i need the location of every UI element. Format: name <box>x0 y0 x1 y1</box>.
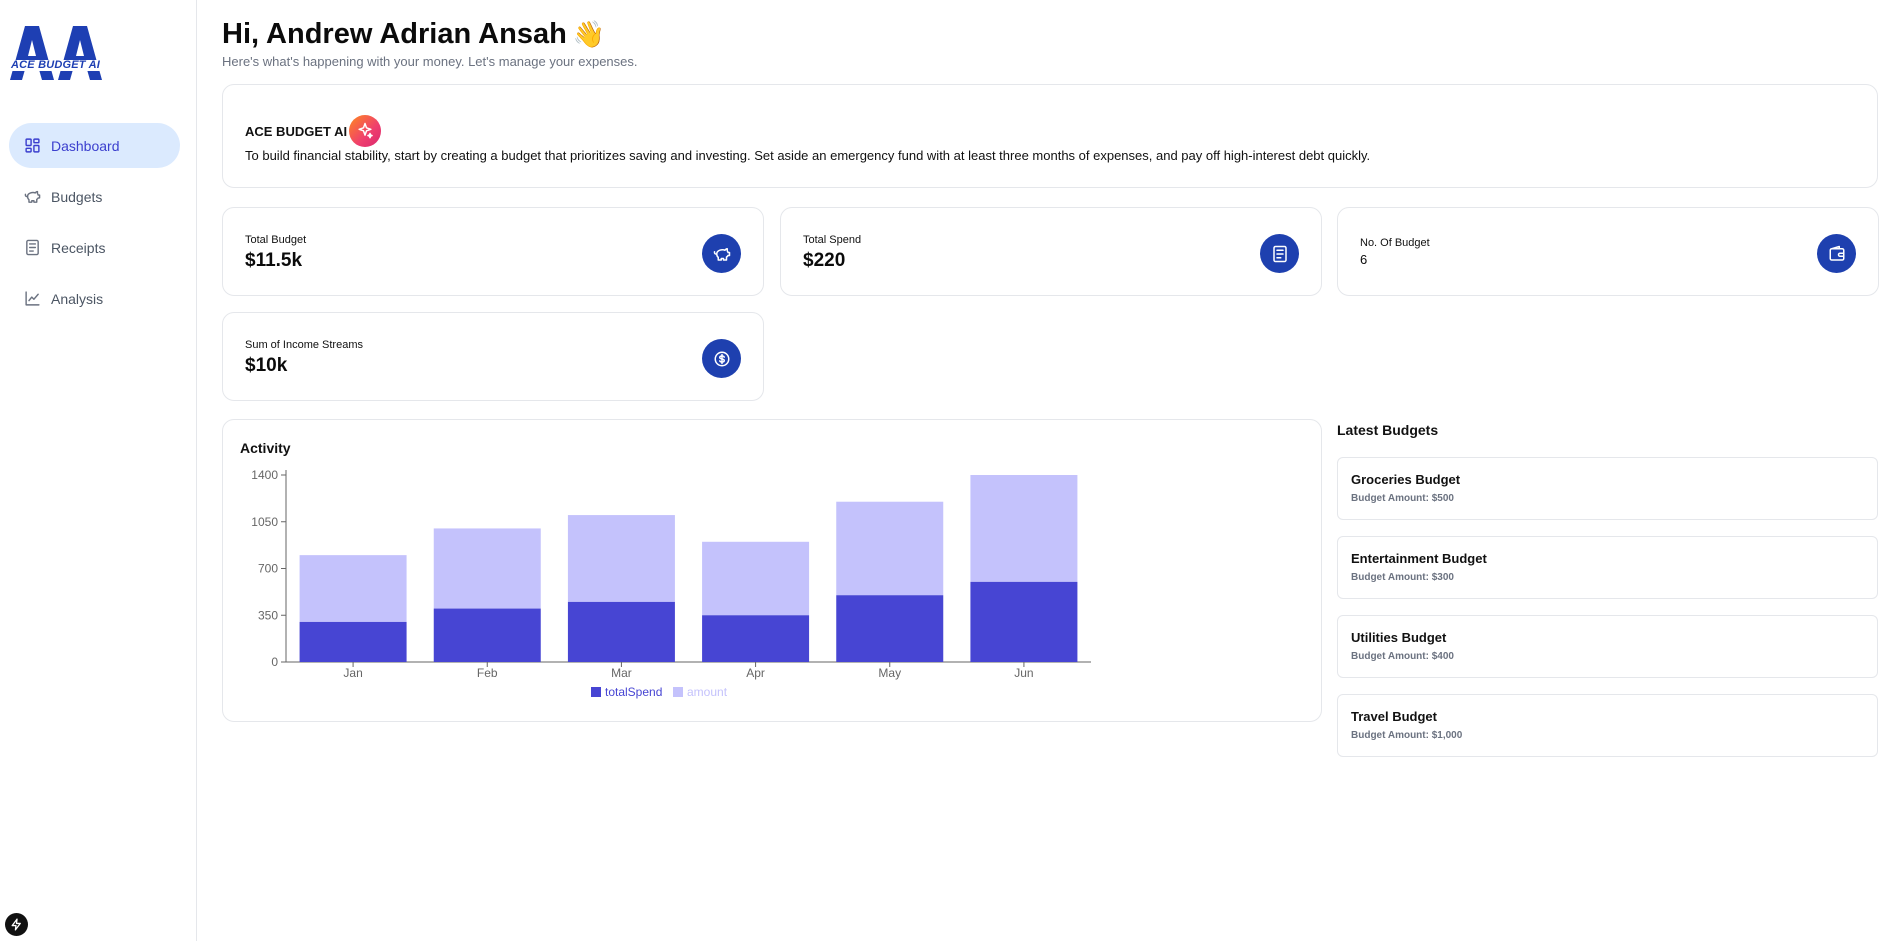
stat-value: $11.5k <box>245 250 303 271</box>
bar-amount <box>299 555 407 622</box>
piggy-bank-icon <box>702 234 741 273</box>
bar-amount <box>702 541 810 616</box>
greeting-text: Hi, Andrew Adrian Ansah <box>222 18 567 50</box>
bar-amount <box>433 528 541 609</box>
ai-card-title-text: ACE BUDGET AI <box>245 123 348 139</box>
stat-value: 6 <box>1360 252 1368 267</box>
bar-total-spend <box>702 615 810 662</box>
stat-value: $220 <box>803 250 846 271</box>
budget-name: Entertainment Budget <box>1351 551 1487 566</box>
budget-item-entertainment[interactable]: Entertainment Budget Budget Amount: $300 <box>1337 536 1878 599</box>
x-tick-label: Jan <box>343 666 362 680</box>
bar-total-spend <box>836 595 944 662</box>
budget-amount: Budget Amount: $500 <box>1351 493 1454 504</box>
receipt-icon <box>23 239 41 257</box>
bar-total-spend <box>299 621 407 662</box>
budget-name: Groceries Budget <box>1351 472 1461 487</box>
latest-budgets-title: Latest Budgets <box>1337 422 1439 438</box>
sidebar-nav: Dashboard Budgets Receipts Analysis <box>9 123 180 327</box>
sidebar-item-label: Analysis <box>51 290 104 307</box>
x-tick-label: Jun <box>1014 666 1033 680</box>
dollar-circle-icon <box>702 339 741 378</box>
legend-swatch-totalspend <box>591 687 601 697</box>
y-tick-label: 1400 <box>251 468 278 482</box>
sidebar-item-label: Budgets <box>51 188 103 205</box>
dashboard-grid-icon <box>23 137 41 155</box>
budget-item-groceries[interactable]: Groceries Budget Budget Amount: $500 <box>1337 457 1878 520</box>
line-chart-icon <box>23 290 41 308</box>
budget-amount: Budget Amount: $400 <box>1351 651 1454 662</box>
bar-total-spend <box>433 608 541 662</box>
stat-label: No. Of Budget <box>1360 237 1430 249</box>
x-tick-label: Feb <box>477 666 498 680</box>
x-tick-label: Apr <box>746 666 765 680</box>
ai-tip-card: ACE BUDGET AI To build financial stabili… <box>222 84 1878 188</box>
y-tick-label: 700 <box>258 562 278 576</box>
sidebar-item-dashboard[interactable]: Dashboard <box>9 123 180 168</box>
bolt-icon <box>11 918 21 931</box>
budget-amount: Budget Amount: $1,000 <box>1351 730 1463 741</box>
stat-label: Total Spend <box>803 234 862 246</box>
y-tick-label: 350 <box>258 608 278 622</box>
wallet-icon <box>1817 234 1856 273</box>
y-tick-label: 1050 <box>251 515 278 529</box>
legend-label-totalspend: totalSpend <box>605 685 662 699</box>
ai-card-title: ACE BUDGET AI <box>245 115 382 147</box>
total-budget-card: Total Budget $11.5k <box>222 207 764 296</box>
no-of-budget-card: No. Of Budget 6 <box>1337 207 1879 296</box>
sidebar-item-budgets[interactable]: Budgets <box>9 174 180 219</box>
x-tick-label: Mar <box>611 666 632 680</box>
budget-amount: Budget Amount: $300 <box>1351 572 1454 583</box>
budget-name: Utilities Budget <box>1351 630 1447 645</box>
y-tick-label: 0 <box>271 655 278 669</box>
bar-amount <box>836 501 944 596</box>
page-subtitle: Here's what's happening with your money.… <box>222 54 638 69</box>
piggy-bank-icon <box>23 188 41 206</box>
x-tick-label: May <box>878 666 901 680</box>
income-streams-card: Sum of Income Streams $10k <box>222 312 764 401</box>
wave-emoji: 👋 <box>572 19 606 49</box>
total-spend-card: Total Spend $220 <box>780 207 1322 296</box>
bar-total-spend <box>567 601 675 662</box>
sidebar-item-label: Receipts <box>51 239 106 256</box>
logo-text: ACE BUDGET AI <box>11 59 100 71</box>
page-title: Hi, Andrew Adrian Ansah 👋 <box>222 18 605 51</box>
bolt-button[interactable] <box>5 913 28 936</box>
stat-value: $10k <box>245 355 288 376</box>
activity-card: Activity 0 350 700 1050 1400 Jan Feb Mar Apr May J… <box>222 419 1322 722</box>
stat-label: Sum of Income Streams <box>245 339 363 351</box>
legend-swatch-amount <box>673 687 683 697</box>
legend-label-amount: amount <box>687 685 728 699</box>
sidebar: ACE BUDGET AI Dashboard Budgets Receipts… <box>0 0 197 941</box>
activity-chart: 0 350 700 1050 1400 Jan Feb Mar Apr May Jun totalSp… <box>251 468 1091 699</box>
sparkles-icon <box>349 115 382 147</box>
sidebar-item-analysis[interactable]: Analysis <box>9 276 180 321</box>
app-logo[interactable]: ACE BUDGET AI <box>8 22 108 84</box>
receipt-icon <box>1260 234 1299 273</box>
ai-card-message: To build financial stability, start by c… <box>245 148 1371 163</box>
bar-total-spend <box>970 581 1078 662</box>
bar-amount <box>567 515 675 602</box>
budget-item-utilities[interactable]: Utilities Budget Budget Amount: $400 <box>1337 615 1878 678</box>
stat-label: Total Budget <box>245 234 307 246</box>
bar-amount <box>970 475 1078 582</box>
budget-name: Travel Budget <box>1351 709 1437 724</box>
sidebar-item-label: Dashboard <box>51 137 120 154</box>
budget-item-travel[interactable]: Travel Budget Budget Amount: $1,000 <box>1337 694 1878 757</box>
sidebar-item-receipts[interactable]: Receipts <box>9 225 180 270</box>
